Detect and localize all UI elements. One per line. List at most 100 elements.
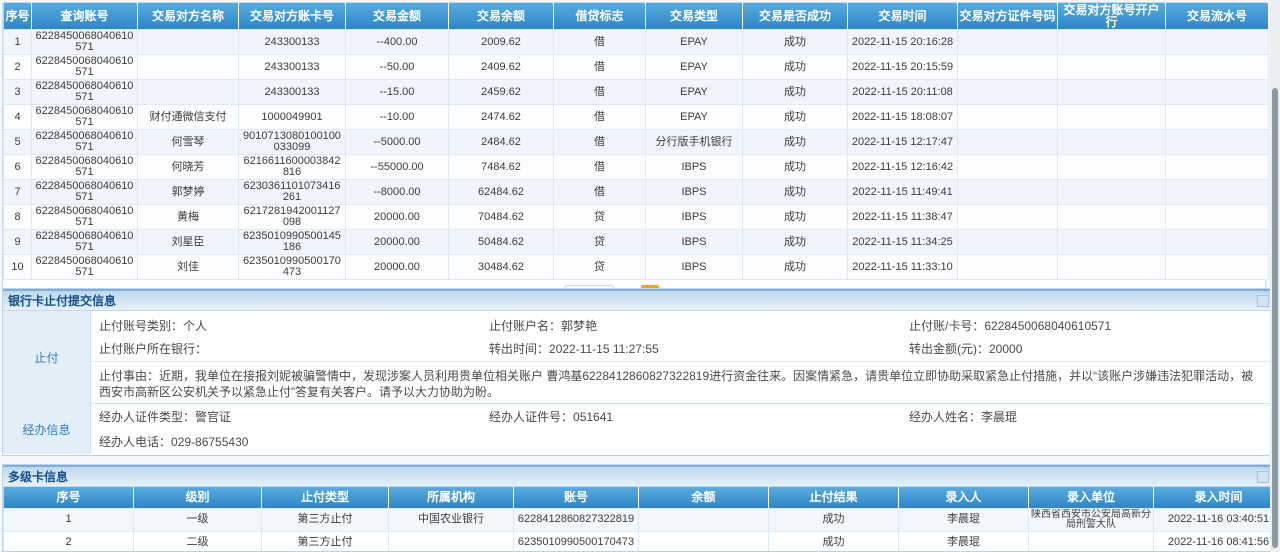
table-row: 76228450068040610571郭梦婷62303611010734162… bbox=[4, 180, 1269, 205]
cell: 7484.62 bbox=[449, 155, 554, 180]
cell: 2022-11-15 11:49:41 bbox=[848, 180, 958, 205]
cell bbox=[958, 105, 1058, 130]
column-header-8: 交易是否成功 bbox=[743, 3, 848, 30]
field-account-name: 止付账户名：郭梦艳 bbox=[489, 317, 909, 334]
cell: --50.00 bbox=[346, 55, 449, 80]
cell bbox=[1166, 30, 1269, 55]
cell: 6217281942001127098 bbox=[239, 205, 346, 230]
field-value: 警官证 bbox=[195, 410, 231, 424]
cell bbox=[958, 205, 1058, 230]
cell: 成功 bbox=[769, 508, 899, 531]
field-row: 止付账号类别：个人 止付账户名：郭梦艳 止付账/卡号：6228450068040… bbox=[91, 311, 1273, 336]
cell: 借 bbox=[554, 180, 646, 205]
cell: 黄梅 bbox=[138, 205, 239, 230]
table-row: 66228450068040610571何晓芳62166116000038428… bbox=[4, 155, 1269, 180]
column-header-8: 录入单位 bbox=[1029, 487, 1154, 508]
cell bbox=[1058, 80, 1166, 105]
cell: 30484.62 bbox=[449, 255, 554, 280]
header-row: 序号查询账号交易对方名称交易对方账卡号交易金额交易余额借贷标志交易类型交易是否成… bbox=[4, 3, 1269, 30]
cell: 第三方止付 bbox=[262, 508, 389, 531]
cell: 成功 bbox=[743, 180, 848, 205]
cell: --8000.00 bbox=[346, 180, 449, 205]
cell: 6228450068040610571 bbox=[32, 55, 138, 80]
field-value: 051641 bbox=[573, 410, 613, 424]
cell bbox=[958, 155, 1058, 180]
cell: 62484.62 bbox=[449, 180, 554, 205]
agent-fields: 经办人证件类型：警官证 经办人证件号：051641 经办人姓名：李晨琨 经办人电… bbox=[91, 404, 1273, 454]
table-row: 26228450068040610571243300133--50.002409… bbox=[4, 55, 1269, 80]
section-title: 多级卡信息 bbox=[3, 468, 68, 485]
cell bbox=[1166, 180, 1269, 205]
cell: 二级 bbox=[134, 531, 262, 552]
cell: 2474.62 bbox=[449, 105, 554, 130]
cell: 成功 bbox=[743, 130, 848, 155]
cell: 借 bbox=[554, 155, 646, 180]
cell: 6 bbox=[4, 155, 32, 180]
collapse-icon[interactable] bbox=[1257, 295, 1269, 307]
cell: 243300133 bbox=[239, 80, 346, 105]
cell: 1000049901 bbox=[239, 105, 346, 130]
cell: 何晓芳 bbox=[138, 155, 239, 180]
cell bbox=[1058, 130, 1166, 155]
cell: --400.00 bbox=[346, 30, 449, 55]
cell: 2022-11-15 11:34:25 bbox=[848, 230, 958, 255]
cell bbox=[958, 80, 1058, 105]
field-label: 经办人姓名： bbox=[909, 410, 981, 424]
cell bbox=[958, 130, 1058, 155]
cell: 243300133 bbox=[239, 55, 346, 80]
cell bbox=[958, 30, 1058, 55]
column-header-7: 交易类型 bbox=[646, 3, 743, 30]
cell: 6228450068040610571 bbox=[32, 155, 138, 180]
vertical-scrollbar[interactable] bbox=[1270, 0, 1280, 552]
field-label: 转出时间： bbox=[489, 342, 549, 356]
collapse-icon[interactable] bbox=[1257, 471, 1269, 483]
column-header-1: 级别 bbox=[134, 487, 262, 508]
cell bbox=[958, 230, 1058, 255]
cell: 243300133 bbox=[239, 30, 346, 55]
cell: 4 bbox=[4, 105, 32, 130]
cell: 贷 bbox=[554, 230, 646, 255]
cell: 7 bbox=[4, 180, 32, 205]
cell: 9 bbox=[4, 230, 32, 255]
field-row: 经办人电话：029-86755430 bbox=[91, 429, 1273, 454]
cell: 中国农业银行 bbox=[389, 508, 514, 531]
field-value: 6228450068040610571 bbox=[984, 319, 1111, 333]
field-label: 止付账户名： bbox=[489, 319, 561, 333]
cell bbox=[1166, 205, 1269, 230]
column-header-6: 止付结果 bbox=[769, 487, 899, 508]
cell: 2 bbox=[4, 55, 32, 80]
cell: IBPS bbox=[646, 180, 743, 205]
stop-payment-reason: 止付事由：近期，我单位在接报刘妮被骗警情中，发现涉案人员利用贵单位相关账户 曹鸿… bbox=[91, 361, 1273, 404]
stop-payment-section: 银行卡止付提交信息 止付 止付账号类别：个人 止付账户名：郭梦艳 止付账/卡号：… bbox=[2, 288, 1274, 456]
cell: 成功 bbox=[743, 255, 848, 280]
table-row: 46228450068040610571财付通微信支付1000049901--1… bbox=[4, 105, 1269, 130]
cell: 9010713080100100033099 bbox=[239, 130, 346, 155]
table-row: 86228450068040610571黄梅621728194200112709… bbox=[4, 205, 1269, 230]
field-value: 029-86755430 bbox=[171, 435, 248, 449]
column-header-7: 录入人 bbox=[899, 487, 1029, 508]
cell bbox=[138, 80, 239, 105]
stop-payment-detail-page: 序号查询账号交易对方名称交易对方账卡号交易金额交易余额借贷标志交易类型交易是否成… bbox=[0, 0, 1280, 552]
cell: 成功 bbox=[743, 55, 848, 80]
table-row: 2二级第三方止付6235010990500170473成功李晨琨2022-11-… bbox=[4, 531, 1275, 552]
cell: 2022-11-16 08:41:56 bbox=[1154, 531, 1275, 552]
cell: 何雪琴 bbox=[138, 130, 239, 155]
cell: 1 bbox=[4, 30, 32, 55]
column-header-2: 交易对方名称 bbox=[138, 3, 239, 30]
scrollbar-thumb[interactable] bbox=[1272, 88, 1278, 548]
table-row: 106228450068040610571刘佳62350109905001704… bbox=[4, 255, 1269, 280]
cell: 20000.00 bbox=[346, 255, 449, 280]
cell bbox=[1166, 155, 1269, 180]
column-header-1: 查询账号 bbox=[32, 3, 138, 30]
cell: 6235010990500145186 bbox=[239, 230, 346, 255]
cell: 6235010990500170473 bbox=[514, 531, 639, 552]
cell: 成功 bbox=[743, 30, 848, 55]
transactions-table: 序号查询账号交易对方名称交易对方账卡号交易金额交易余额借贷标志交易类型交易是否成… bbox=[3, 3, 1269, 280]
cell: 成功 bbox=[743, 205, 848, 230]
field-account-bank: 止付账户所在银行： bbox=[99, 340, 489, 357]
cell bbox=[1166, 230, 1269, 255]
section-header-bar: 多级卡信息 bbox=[3, 465, 1273, 487]
cell: 6228450068040610571 bbox=[32, 180, 138, 205]
agent-side-label: 经办信息 bbox=[3, 404, 91, 454]
cell bbox=[1166, 105, 1269, 130]
